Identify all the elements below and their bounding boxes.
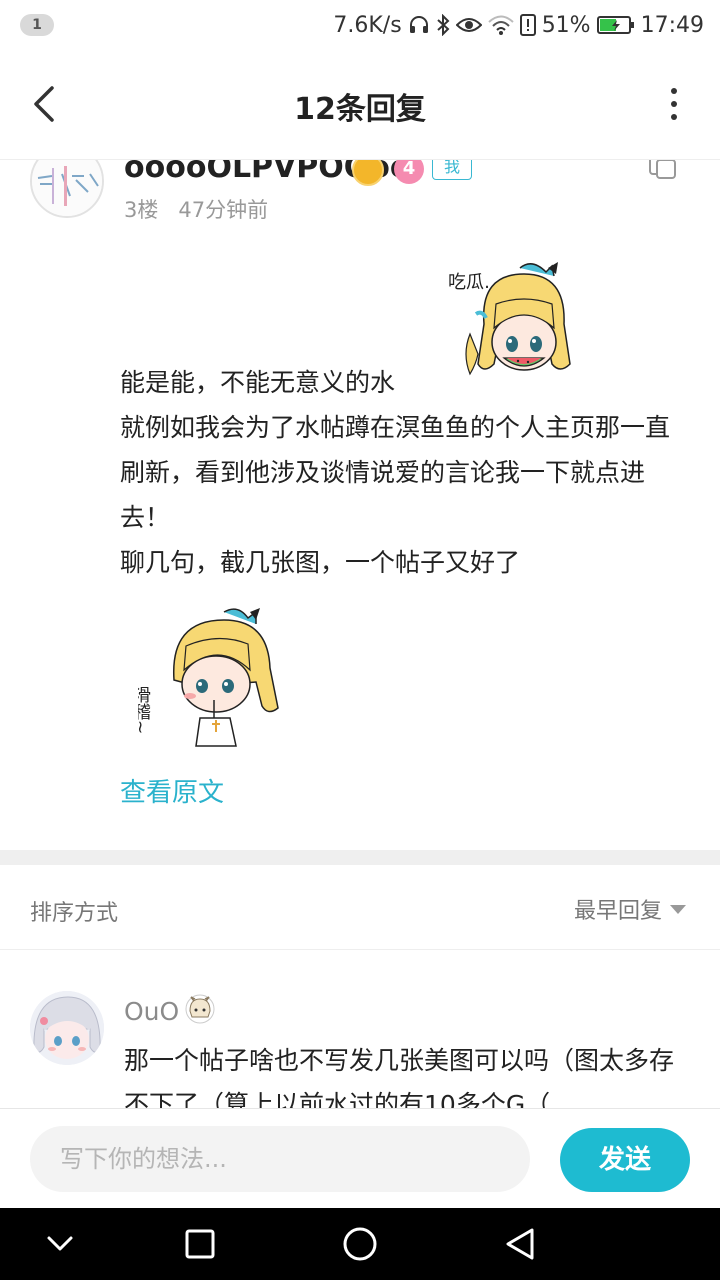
sort-selected-value: 最早回复: [573, 899, 662, 924]
post-meta: 3楼 47分钟前: [124, 194, 268, 224]
caret-down-icon: [670, 904, 686, 914]
post-author-avatar[interactable]: [30, 160, 104, 218]
status-bar: 1 7.6K/s 51% 17:49: [0, 0, 720, 50]
bluetooth-icon: [436, 14, 450, 36]
battery-icon: [596, 15, 635, 35]
post-time: 47分钟前: [178, 198, 269, 222]
comment-input[interactable]: [30, 1126, 530, 1192]
nav-home-icon: [343, 1227, 377, 1261]
net-speed: 7.6K/s: [333, 12, 402, 38]
nav-back-icon: [506, 1228, 534, 1260]
notification-count-badge: 1: [20, 14, 54, 36]
me-tag: 我: [432, 160, 472, 180]
reply-item: OuO 那一个帖子啥也不写发几张美图可以吗（图太多存不下了（算上以前水过的有10…: [0, 951, 720, 1108]
send-button[interactable]: 发送: [560, 1128, 690, 1192]
nav-back-button[interactable]: [500, 1224, 540, 1264]
original-post: ooooOLPVPOOoo 4 我 3楼 47分钟前 吃瓜… 能是能，不能无意义的…: [0, 160, 720, 850]
eye-icon: [455, 15, 482, 35]
copy-icon[interactable]: [648, 160, 678, 184]
headphones-icon: [408, 14, 430, 36]
status-icons: 7.6K/s 51% 17:49: [333, 10, 704, 40]
page-header: 12条回复: [0, 50, 720, 160]
reply-text: 那一个帖子啥也不写发几张美图可以吗（图太多存不下了（算上以前水过的有10多个G（: [124, 1046, 675, 1108]
battery-percent: 51%: [541, 12, 591, 38]
post-line-1: 能是能，不能无意义的水: [120, 368, 396, 397]
chibi-badge-icon: [185, 994, 215, 1024]
view-original-link[interactable]: 查看原文: [120, 772, 224, 809]
level-badge: 4: [394, 160, 424, 184]
system-nav-bar: [0, 1208, 720, 1280]
post-line-3: 聊几句，截几张图，一个帖子又好了: [120, 548, 521, 577]
sort-order-dropdown[interactable]: 最早回复: [574, 893, 686, 925]
comment-bar: 发送: [0, 1108, 720, 1208]
drinking-sticker-image[interactable]: 滑稽~: [138, 600, 288, 750]
sort-label: 排序方式: [30, 901, 119, 926]
clock-time: 17:49: [640, 12, 704, 38]
reply-author-name[interactable]: OuO: [124, 997, 179, 1026]
section-divider: [0, 850, 720, 865]
sort-bar: 排序方式 最早回复: [0, 865, 720, 950]
wifi-icon: [488, 14, 514, 36]
post-body: 能是能，不能无意义的水 就例如我会为了水帖蹲在溟鱼鱼的个人主页那一直刷新，看到他…: [120, 360, 690, 585]
nav-recent-button[interactable]: [180, 1224, 220, 1264]
page-title: 12条回复: [294, 92, 426, 127]
nav-down-button[interactable]: [40, 1224, 80, 1264]
nav-home-button[interactable]: [340, 1224, 380, 1264]
more-vertical-icon: [671, 88, 677, 94]
floor-number: 3楼: [124, 198, 159, 222]
more-options-button[interactable]: [664, 82, 684, 126]
nav-down-icon: [47, 1236, 73, 1251]
alert-icon: [519, 14, 536, 36]
nav-recent-icon: [185, 1229, 215, 1259]
reply-author-avatar[interactable]: [30, 991, 104, 1065]
post-line-2: 就例如我会为了水帖蹲在溟鱼鱼的个人主页那一直刷新，看到他涉及谈情说爱的言论我一下…: [120, 413, 671, 532]
sticker-2-caption: 滑稽~: [138, 686, 151, 734]
